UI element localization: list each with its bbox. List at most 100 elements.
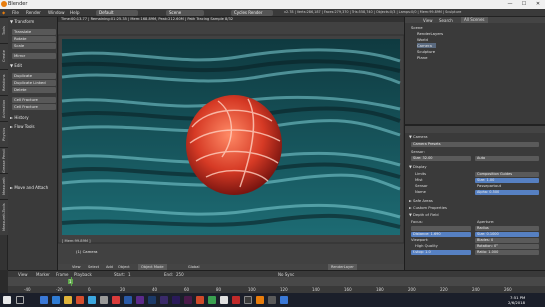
app-icon[interactable]	[76, 296, 84, 304]
transform-panel-header[interactable]: ▼ Transform	[10, 19, 34, 24]
duplicate-linked-button[interactable]: Duplicate Linked	[12, 80, 56, 86]
outliner-row-renderlayers[interactable]: RenderLayers	[417, 31, 443, 36]
composition-guides-menu[interactable]: Composition Guides	[475, 172, 539, 177]
tab-relations[interactable]: Relations	[0, 69, 8, 95]
tick-label: 40	[152, 287, 158, 292]
blades-field[interactable]: Blades: 0	[475, 238, 539, 243]
render-engine-selector[interactable]: Cycles Render	[231, 10, 273, 16]
tab-physics[interactable]: Physics	[0, 121, 8, 147]
menu-help[interactable]: Help	[70, 10, 80, 15]
edit-panel-header[interactable]: ▼ Edit	[10, 63, 22, 68]
search-icon[interactable]	[16, 296, 24, 304]
maximize-button[interactable]: ☐	[517, 0, 531, 9]
cell-fracture-button-2[interactable]: Cell Fracture	[12, 104, 56, 110]
display-size-field[interactable]: Size: 1.00	[475, 178, 539, 183]
outliner-search-menu[interactable]: Search	[439, 18, 453, 23]
app-icon[interactable]	[88, 296, 96, 304]
tab-grease-pencil[interactable]: Grease Pencil	[0, 147, 8, 173]
editor-type-icon[interactable]: ◆	[2, 10, 5, 15]
app-icon[interactable]	[40, 296, 48, 304]
app-icon[interactable]	[184, 296, 192, 304]
flow-tools-panel-header[interactable]: ► Flow Tools	[10, 124, 35, 129]
mirror-button[interactable]: Mirror	[12, 53, 56, 59]
sensor-checkbox[interactable]: Sensor	[415, 184, 428, 188]
passepartout-alpha-field[interactable]: Alpha: 0.500	[475, 190, 539, 195]
tab-animation[interactable]: Animation	[0, 95, 8, 121]
fstop-field[interactable]: f-stop: 1.0	[411, 250, 471, 255]
outliner-display-mode[interactable]: All Scenes	[461, 17, 488, 23]
mist-checkbox[interactable]: Mist	[415, 178, 423, 182]
app-icon[interactable]	[208, 296, 216, 304]
focus-distance-field[interactable]: Distance: 1.690	[411, 232, 471, 237]
outliner-row-camera[interactable]: Camera	[417, 43, 436, 48]
ratio-label: Ratio:	[477, 250, 488, 254]
tab-measureit[interactable]: MeasureIt	[0, 173, 8, 199]
scale-button[interactable]: Scale	[12, 43, 56, 49]
app-icon[interactable]	[52, 296, 60, 304]
menu-render[interactable]: Render	[26, 10, 41, 15]
move-attach-panel-header[interactable]: ► Move and Attach	[10, 185, 48, 190]
tab-tools[interactable]: Tools	[0, 17, 8, 43]
dof-panel-header[interactable]: ▼ Depth of Field	[409, 213, 439, 217]
clock-date[interactable]: 2/6/2018	[508, 300, 525, 305]
3d-viewport[interactable]: Time:00:13.77 | Remaining:01:25.35 | Mem…	[58, 17, 404, 270]
close-button[interactable]: ✕	[531, 0, 545, 9]
duplicate-button[interactable]: Duplicate	[12, 73, 56, 79]
rotate-button[interactable]: Rotate	[12, 36, 56, 42]
outliner-view-menu[interactable]: View	[423, 18, 433, 23]
sensor-size-field[interactable]: Size: 32.00	[411, 156, 471, 161]
focus-object-field[interactable]	[411, 226, 471, 231]
aperture-type-selector[interactable]: Radius	[475, 226, 539, 231]
outliner-row-plane[interactable]: Plane	[417, 55, 427, 60]
high-quality-checkbox[interactable]: High Quality	[415, 244, 438, 248]
blender-taskbar-icon[interactable]	[256, 296, 264, 304]
safe-areas-panel-header[interactable]: ► Safe Areas	[409, 199, 433, 203]
aperture-size-field[interactable]: Size: 0.1000	[475, 232, 539, 237]
folder-icon[interactable]	[64, 296, 72, 304]
app-icon[interactable]	[124, 296, 132, 304]
history-panel-header[interactable]: ► History	[10, 115, 29, 120]
timeline[interactable]: 1	[8, 277, 545, 286]
menu-window[interactable]: Window	[48, 10, 65, 15]
app-icon[interactable]	[220, 296, 228, 304]
app-icon[interactable]	[244, 296, 252, 304]
custom-properties-panel-header[interactable]: ► Custom Properties	[409, 206, 447, 210]
camera-panel-header[interactable]: ▼ Camera	[409, 135, 427, 139]
scene-selector[interactable]: Scene	[166, 10, 204, 16]
minimize-button[interactable]: —	[503, 0, 517, 9]
camera-presets-menu[interactable]: Camera Presets	[411, 142, 539, 147]
photoshop-icon[interactable]	[148, 296, 156, 304]
tab-create[interactable]: Create	[0, 43, 8, 69]
app-icon[interactable]	[232, 296, 240, 304]
display-panel-header[interactable]: ▼ Display	[409, 165, 427, 169]
rotation-field[interactable]: Rotation: 0°	[475, 244, 539, 249]
ratio-field[interactable]: Ratio: 1.000	[475, 250, 539, 255]
app-icon[interactable]	[268, 296, 276, 304]
fstop-label: f-stop:	[413, 250, 425, 254]
translate-button[interactable]: Translate	[12, 29, 56, 35]
outliner-row-world[interactable]: World	[417, 37, 428, 42]
layout-selector[interactable]: Default	[96, 10, 138, 16]
name-checkbox[interactable]: Name	[415, 190, 426, 194]
app-icon[interactable]	[112, 296, 120, 304]
cell-fracture-button[interactable]: Cell Fracture	[12, 97, 56, 103]
delete-button[interactable]: Delete	[12, 87, 56, 93]
app-icon[interactable]	[136, 296, 144, 304]
app-icon[interactable]	[196, 296, 204, 304]
outliner: View Search All Scenes Scene RenderLayer…	[404, 17, 545, 124]
tick-label: 60	[184, 287, 190, 292]
passepartout-checkbox[interactable]: Passepartout	[477, 184, 501, 188]
tab-measureit-tools[interactable]: MeasureIt-Tools	[0, 199, 8, 235]
app-icon[interactable]	[280, 296, 288, 304]
limits-checkbox[interactable]: Limits	[415, 172, 426, 176]
outliner-row-scene[interactable]: Scene	[411, 25, 423, 30]
after-effects-icon[interactable]	[172, 296, 180, 304]
rotation-label: Rotation:	[477, 244, 493, 248]
sensor-fit-selector[interactable]: Auto	[475, 156, 539, 161]
premiere-icon[interactable]	[160, 296, 168, 304]
outliner-row-sculpture[interactable]: Sculpture	[417, 49, 435, 54]
windows-start-icon[interactable]	[3, 296, 11, 304]
menu-file[interactable]: File	[12, 10, 19, 15]
render-status-bar: Time:00:13.77 | Remaining:01:25.35 | Mem…	[58, 17, 404, 22]
app-icon[interactable]	[100, 296, 108, 304]
